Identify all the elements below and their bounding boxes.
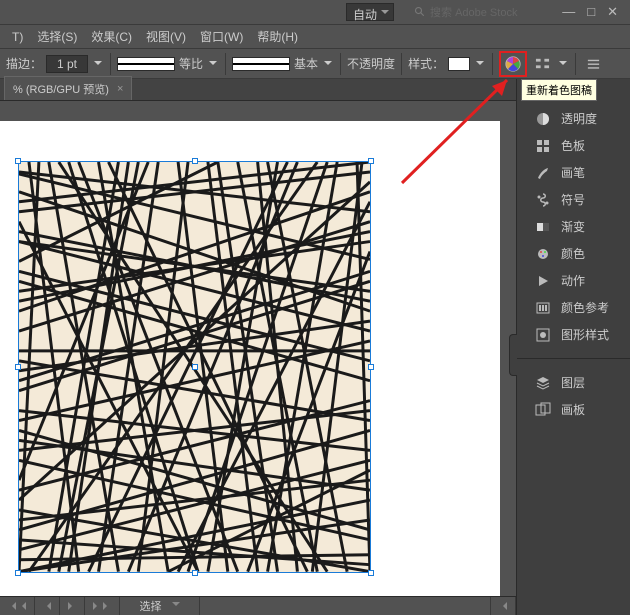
brush-drop[interactable] <box>322 56 334 72</box>
profile-swatch[interactable] <box>117 57 175 71</box>
nav-last[interactable] <box>85 597 120 615</box>
canvas-area[interactable] <box>0 101 516 596</box>
brush-swatch[interactable] <box>232 57 290 71</box>
color-wheel-icon <box>504 55 522 73</box>
status-tool[interactable]: 选择 <box>120 597 200 615</box>
menu-help[interactable]: 帮助(H) <box>251 26 304 47</box>
panel-layers[interactable]: 图层 <box>517 369 630 396</box>
tab-close-button[interactable]: × <box>117 83 123 95</box>
menu-effect[interactable]: 效果(C) <box>85 26 138 47</box>
handle-mr[interactable] <box>368 364 374 370</box>
menu-bar: T) 选择(S) 效果(C) 视图(V) 窗口(W) 帮助(H) <box>0 25 630 49</box>
search-stock[interactable]: 搜索 Adobe Stock <box>414 4 517 20</box>
document-tab-label: % (RGB/GPU 预览) <box>13 81 109 97</box>
handle-tr[interactable] <box>368 158 374 164</box>
gradient-icon <box>535 219 551 235</box>
handle-center[interactable] <box>192 364 198 370</box>
play-icon <box>535 273 551 289</box>
panel-actions[interactable]: 动作 <box>517 267 630 294</box>
align-drop[interactable] <box>557 56 569 72</box>
nav-first[interactable] <box>0 597 35 615</box>
stroke-weight-input[interactable]: 1 pt <box>46 55 88 73</box>
graphic-style-swatch[interactable] <box>448 57 470 71</box>
handle-tl[interactable] <box>15 158 21 164</box>
panel-swatches[interactable]: 色板 <box>517 132 630 159</box>
menu-lines-icon <box>586 56 601 71</box>
document-tab[interactable]: % (RGB/GPU 预览) × <box>4 76 132 100</box>
window-controls: — □ ✕ <box>562 4 624 20</box>
artboards-icon <box>535 402 551 418</box>
artboard[interactable] <box>0 121 500 601</box>
handle-bl[interactable] <box>15 570 21 576</box>
panel-graphic-styles[interactable]: 图形样式 <box>517 321 630 348</box>
brush-icon <box>535 165 551 181</box>
status-bar: 选择 <box>0 596 516 615</box>
stroke-label: 描边： <box>6 55 42 72</box>
opacity-label[interactable]: 不透明度 <box>347 55 395 72</box>
graphic-style-label: 样式： <box>408 55 444 72</box>
align-button[interactable] <box>531 53 553 75</box>
handle-tm[interactable] <box>192 158 198 164</box>
recolor-artwork-button[interactable] <box>499 51 527 77</box>
nav-prev[interactable] <box>35 597 60 615</box>
nav-next[interactable] <box>60 597 85 615</box>
panel-menu-button[interactable] <box>582 53 604 75</box>
layers-icon <box>535 375 551 391</box>
workspace-switcher[interactable]: 自动 <box>346 3 394 21</box>
selection-bounding-box[interactable] <box>18 161 371 573</box>
minimize-button[interactable]: — <box>562 4 575 20</box>
color-guide-icon <box>535 300 551 316</box>
right-panel-dock: 重新着色图稿 透明度 色板 画笔 符号 渐变 颜色 动作 颜色参考 <box>516 79 630 615</box>
swatches-icon <box>535 138 551 154</box>
title-bar: 自动 搜索 Adobe Stock — □ ✕ <box>0 0 630 25</box>
menu-type[interactable]: T) <box>6 28 29 46</box>
menu-select[interactable]: 选择(S) <box>31 26 83 47</box>
align-icon <box>535 56 550 71</box>
panel-gradient[interactable]: 渐变 <box>517 213 630 240</box>
handle-ml[interactable] <box>15 364 21 370</box>
transparency-icon <box>535 111 551 127</box>
graphic-style-drop[interactable] <box>474 56 486 72</box>
search-icon <box>414 6 426 18</box>
maximize-button[interactable]: □ <box>587 4 595 20</box>
profile-drop[interactable] <box>207 56 219 72</box>
color-icon <box>535 246 551 262</box>
status-spacer <box>200 597 491 615</box>
symbol-icon <box>535 192 551 208</box>
graphic-styles-icon <box>535 327 551 343</box>
menu-window[interactable]: 窗口(W) <box>194 26 249 47</box>
panel-transparency[interactable]: 透明度 <box>517 105 630 132</box>
panel-color[interactable]: 颜色 <box>517 240 630 267</box>
panel-symbols[interactable]: 符号 <box>517 186 630 213</box>
control-bar: 描边： 1 pt 等比 基本 不透明度 样式： <box>0 49 630 79</box>
recolor-tooltip: 重新着色图稿 <box>521 79 597 101</box>
menu-view[interactable]: 视图(V) <box>140 26 192 47</box>
handle-bm[interactable] <box>192 570 198 576</box>
panel-color-guide[interactable]: 颜色参考 <box>517 294 630 321</box>
panel-artboards[interactable]: 画板 <box>517 396 630 423</box>
stroke-weight-drop[interactable] <box>92 56 104 72</box>
handle-br[interactable] <box>368 570 374 576</box>
panel-brushes[interactable]: 画笔 <box>517 159 630 186</box>
brush-label: 基本 <box>294 55 318 72</box>
close-button[interactable]: ✕ <box>607 4 618 20</box>
profile-label: 等比 <box>179 55 203 72</box>
scroll-left[interactable] <box>491 597 516 615</box>
panel-collapse-handle[interactable] <box>509 334 517 376</box>
